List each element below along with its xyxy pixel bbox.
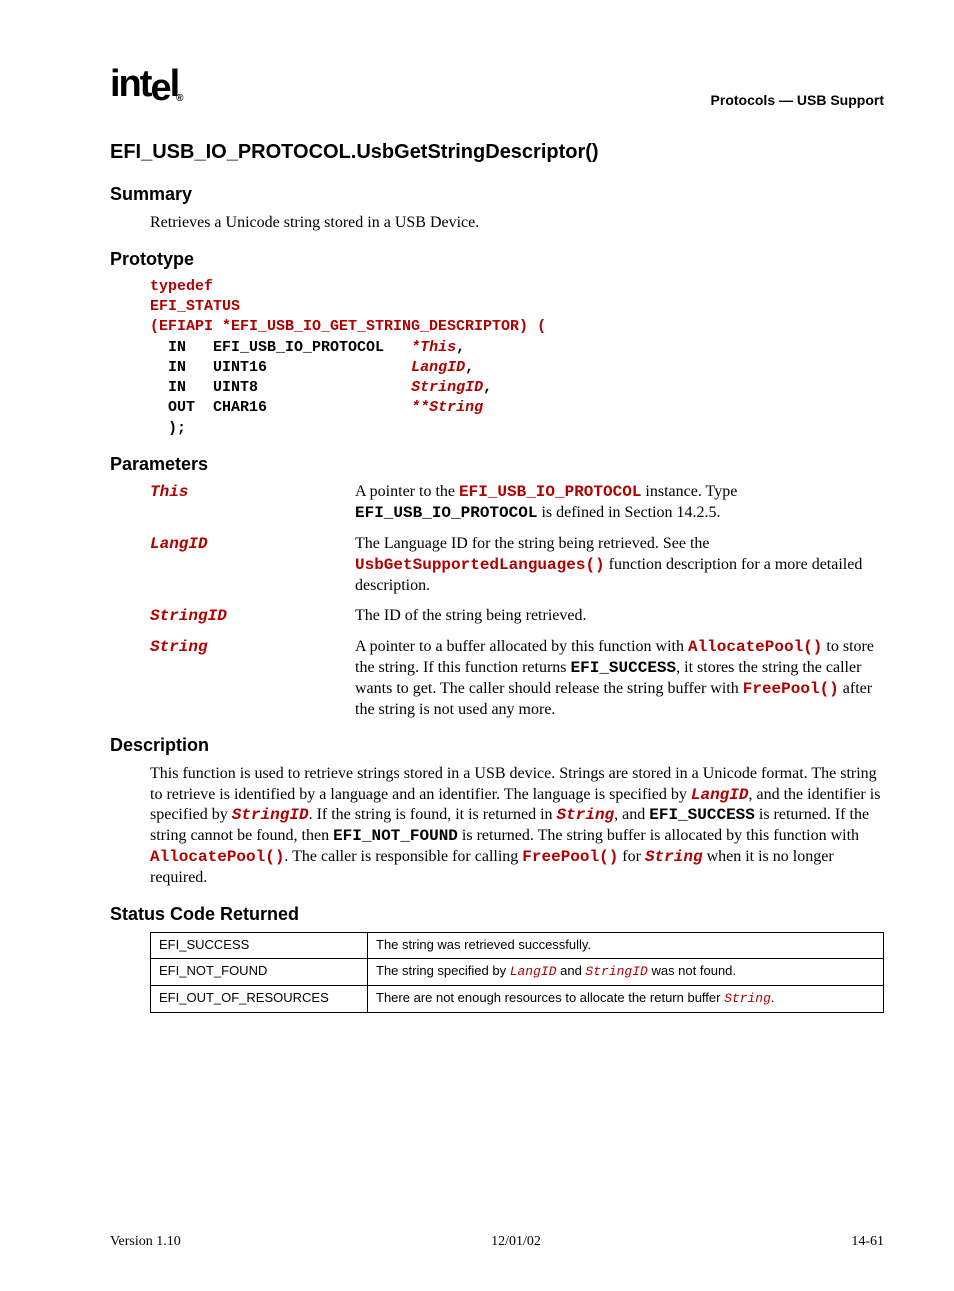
status-desc: The string specified by LangID and Strin…: [368, 958, 884, 985]
heading-status-codes: Status Code Returned: [110, 903, 884, 926]
param-row-string: String A pointer to a buffer allocated b…: [150, 637, 884, 720]
prototype-code: typedef EFI_STATUS (EFIAPI *EFI_USB_IO_G…: [150, 277, 884, 439]
footer-version: Version 1.10: [110, 1233, 181, 1251]
param-name: LangID: [150, 534, 355, 596]
page-footer: Version 1.10 12/01/02 14-61: [110, 1233, 884, 1251]
logo: intel®: [110, 60, 184, 109]
param-desc: The Language ID for the string being ret…: [355, 534, 884, 596]
param-desc: A pointer to the EFI_USB_IO_PROTOCOL ins…: [355, 482, 884, 524]
param-row-langid: LangID The Language ID for the string be…: [150, 534, 884, 596]
status-code: EFI_OUT_OF_RESOURCES: [151, 985, 368, 1012]
summary-text: Retrieves a Unicode string stored in a U…: [150, 213, 884, 234]
heading-prototype: Prototype: [110, 248, 884, 271]
status-row: EFI_OUT_OF_RESOURCES There are not enoug…: [151, 985, 884, 1012]
status-desc: The string was retrieved successfully.: [368, 932, 884, 958]
footer-date: 12/01/02: [491, 1233, 541, 1251]
footer-page: 14-61: [851, 1233, 884, 1251]
status-row: EFI_NOT_FOUND The string specified by La…: [151, 958, 884, 985]
status-code: EFI_NOT_FOUND: [151, 958, 368, 985]
param-row-this: This A pointer to the EFI_USB_IO_PROTOCO…: [150, 482, 884, 524]
heading-parameters: Parameters: [110, 453, 884, 476]
heading-summary: Summary: [110, 183, 884, 206]
param-name: StringID: [150, 606, 355, 627]
status-code: EFI_SUCCESS: [151, 932, 368, 958]
page-header: intel® Protocols — USB Support: [110, 60, 884, 109]
param-desc: The ID of the string being retrieved.: [355, 606, 884, 627]
param-desc: A pointer to a buffer allocated by this …: [355, 637, 884, 720]
param-name: This: [150, 482, 355, 524]
heading-description: Description: [110, 734, 884, 757]
param-row-stringid: StringID The ID of the string being retr…: [150, 606, 884, 627]
param-name: String: [150, 637, 355, 720]
function-title: EFI_USB_IO_PROTOCOL.UsbGetStringDescript…: [110, 139, 884, 165]
status-table: EFI_SUCCESS The string was retrieved suc…: [150, 932, 884, 1013]
status-row: EFI_SUCCESS The string was retrieved suc…: [151, 932, 884, 958]
section-label: Protocols — USB Support: [711, 91, 884, 109]
status-desc: There are not enough resources to alloca…: [368, 985, 884, 1012]
description-body: This function is used to retrieve string…: [150, 764, 884, 889]
